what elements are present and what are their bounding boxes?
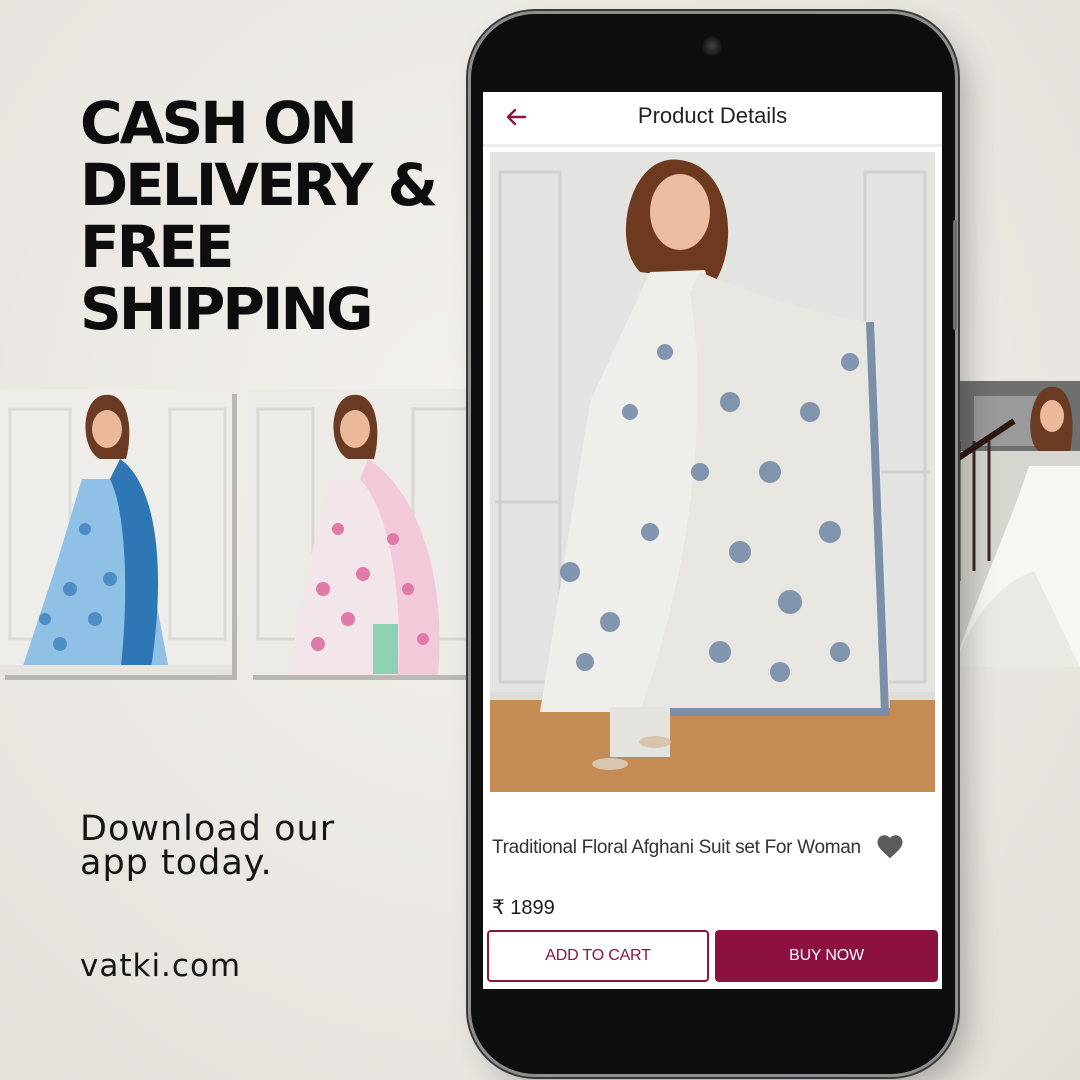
add-to-cart-button[interactable]: ADD TO CART bbox=[487, 930, 709, 982]
product-price: ₹ 1899 bbox=[492, 897, 555, 919]
front-camera bbox=[702, 36, 722, 56]
headline-line: FREE bbox=[80, 213, 235, 281]
tagline-line: Download our bbox=[80, 809, 336, 849]
product-tile-pink bbox=[248, 389, 472, 675]
page-title: Product Details bbox=[637, 103, 788, 128]
headline-line: CASH ON bbox=[80, 89, 358, 157]
tagline-line: app today. bbox=[80, 843, 273, 883]
phone-side-button bbox=[953, 220, 957, 330]
app-screen: Product Details Traditional Floral Afgha… bbox=[483, 92, 942, 989]
app-bar: Product Details bbox=[483, 92, 942, 147]
promo-headline: CASH ON DELIVERY & FREE SHIPPING bbox=[80, 92, 480, 340]
product-tile-blue bbox=[0, 389, 232, 675]
headline-line: SHIPPING bbox=[80, 275, 374, 343]
product-tile-white bbox=[954, 381, 1080, 667]
website-url: vatki.com bbox=[80, 948, 242, 984]
heart-icon[interactable] bbox=[875, 832, 905, 862]
headline-line: DELIVERY & bbox=[80, 151, 438, 219]
product-image-carousel[interactable] bbox=[490, 152, 935, 792]
product-main-image bbox=[490, 152, 935, 792]
promo-tagline: Download our app today. bbox=[80, 809, 336, 883]
buy-now-button[interactable]: BUY NOW bbox=[715, 930, 938, 982]
product-name: Traditional Floral Afghani Suit set For … bbox=[492, 837, 861, 858]
